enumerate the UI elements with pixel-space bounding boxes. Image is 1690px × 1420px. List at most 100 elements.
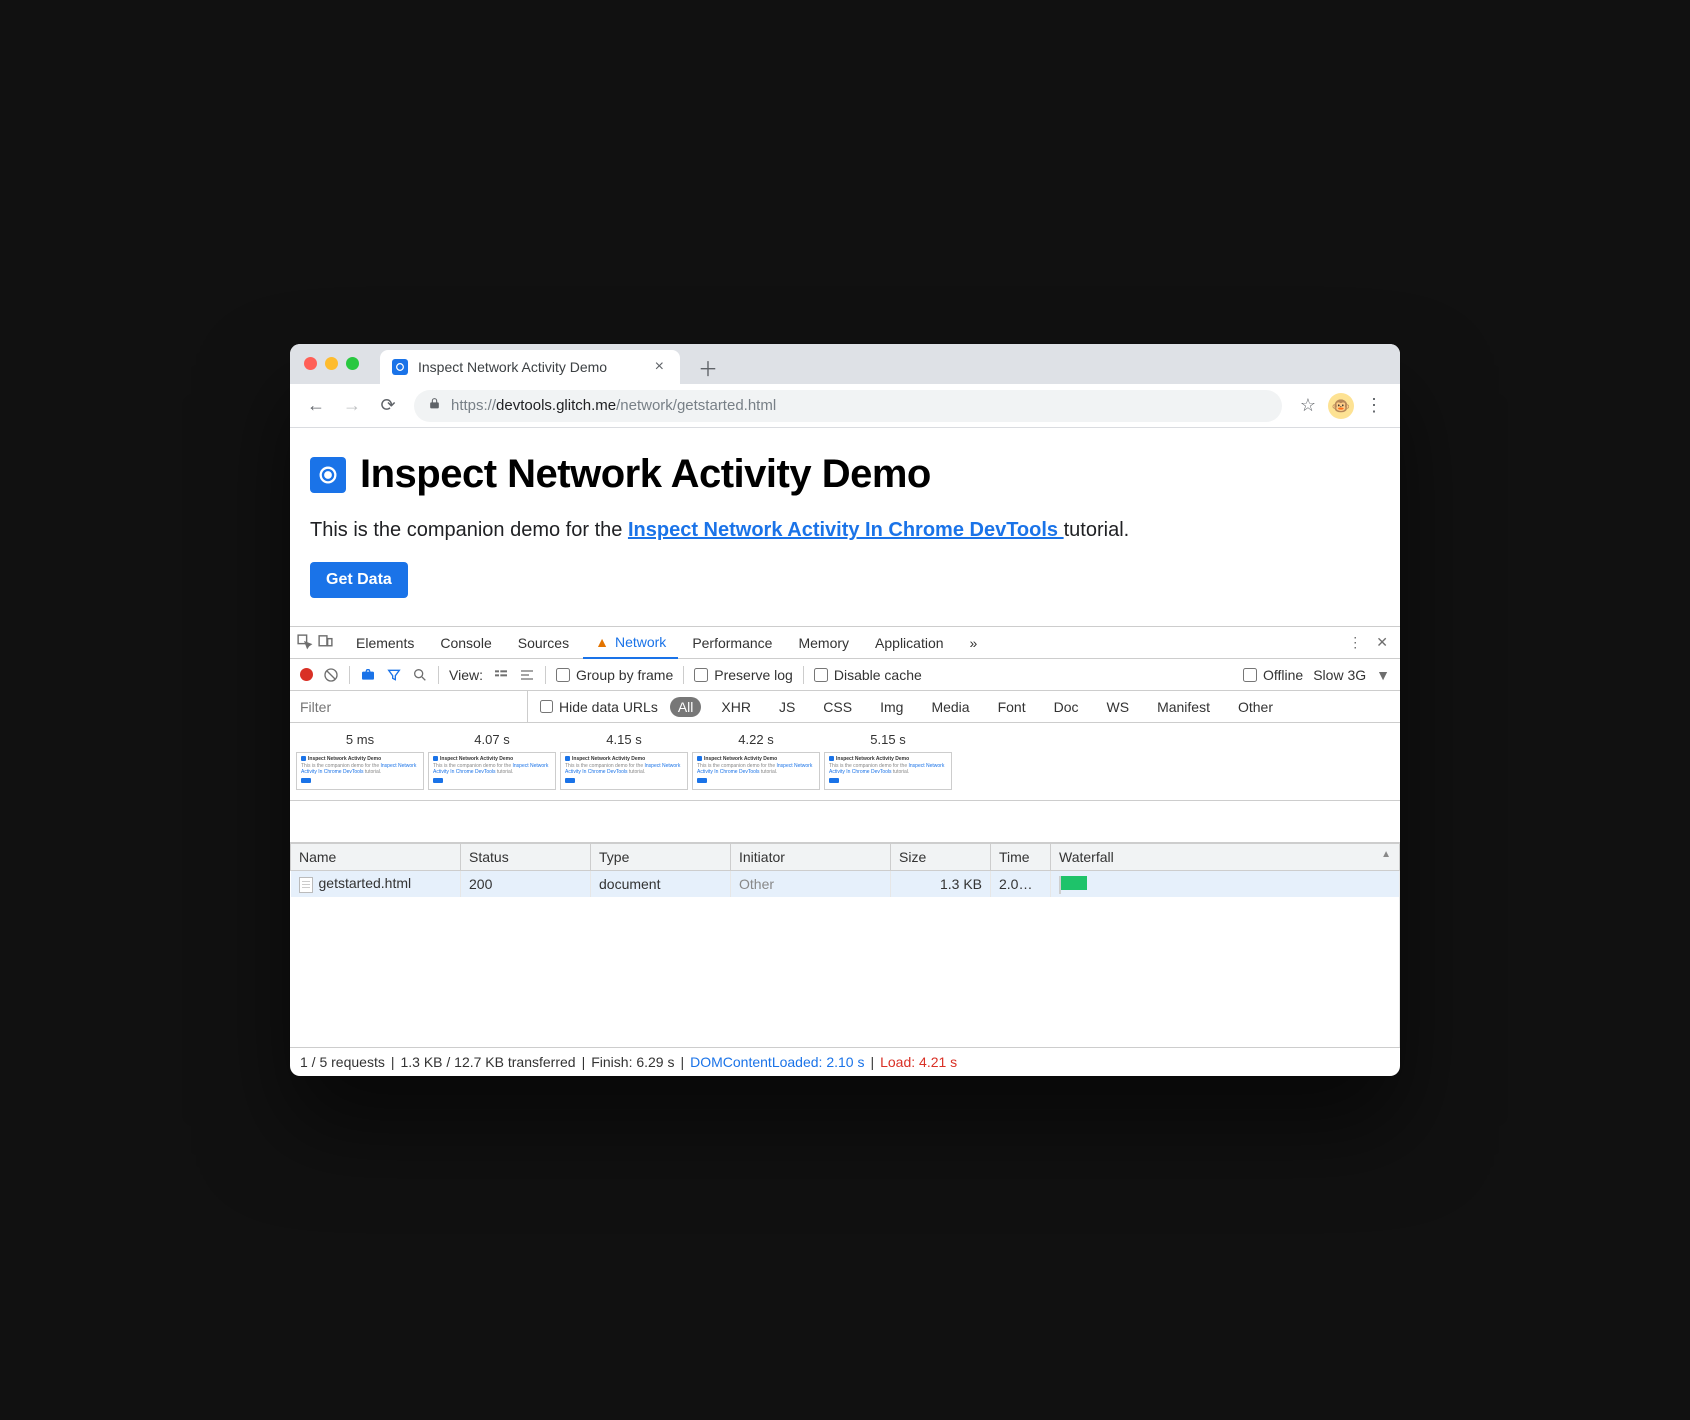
network-filter-bar: Hide data URLs All XHR JS CSS Img Media …	[290, 691, 1400, 723]
status-domcontentloaded: DOMContentLoaded: 2.10 s	[690, 1054, 864, 1070]
browser-menu-button[interactable]: ⋮	[1358, 390, 1390, 422]
inspect-element-icon[interactable]	[296, 633, 313, 653]
devtools-menu-icon[interactable]: ⋮	[1348, 634, 1362, 651]
type-filter-ws[interactable]: WS	[1099, 697, 1138, 717]
back-button[interactable]: ←	[300, 390, 332, 422]
frame-thumbnail: Inspect Network Activity DemoThis is the…	[428, 752, 556, 790]
col-name[interactable]: Name	[291, 844, 461, 871]
type-filters: All XHR JS CSS Img Media Font Doc WS Man…	[670, 697, 1281, 717]
group-by-frame-checkbox[interactable]: Group by frame	[556, 667, 673, 683]
col-status[interactable]: Status	[461, 844, 591, 871]
page-heading: Inspect Network Activity Demo	[360, 452, 931, 497]
reload-button[interactable]: ⟳	[372, 390, 404, 422]
frame-thumbnail: Inspect Network Activity DemoThis is the…	[296, 752, 424, 790]
devtools-tab-application[interactable]: Application	[863, 627, 956, 659]
document-icon	[299, 877, 313, 893]
forward-button[interactable]: →	[336, 390, 368, 422]
type-filter-js[interactable]: JS	[771, 697, 803, 717]
window-controls	[304, 357, 359, 370]
type-filter-font[interactable]: Font	[990, 697, 1034, 717]
warning-icon: ▲	[595, 634, 609, 650]
devtools-tab-performance[interactable]: Performance	[680, 627, 784, 659]
filmstrip-frame[interactable]: 5 ms Inspect Network Activity DemoThis i…	[296, 729, 424, 790]
maximize-window-button[interactable]	[346, 357, 359, 370]
filmstrip-frame[interactable]: 4.07 s Inspect Network Activity DemoThis…	[428, 729, 556, 790]
throttling-select[interactable]: Slow 3G	[1313, 667, 1366, 683]
type-filter-img[interactable]: Img	[872, 697, 911, 717]
col-size[interactable]: Size	[891, 844, 991, 871]
disable-cache-checkbox[interactable]: Disable cache	[814, 667, 922, 683]
new-tab-button[interactable]: ＋	[694, 353, 722, 381]
col-time[interactable]: Time	[991, 844, 1051, 871]
request-type: document	[591, 871, 731, 897]
clear-icon[interactable]	[323, 667, 339, 683]
browser-window: Inspect Network Activity Demo × ＋ ← → ⟳ …	[290, 344, 1400, 1076]
minimize-window-button[interactable]	[325, 357, 338, 370]
search-icon[interactable]	[412, 667, 428, 683]
devtools-tab-network[interactable]: ▲ Network	[583, 627, 678, 659]
status-load: Load: 4.21 s	[880, 1054, 957, 1070]
browser-toolbar: ← → ⟳ https://devtools.glitch.me/network…	[290, 384, 1400, 428]
record-button[interactable]	[300, 668, 313, 681]
type-filter-manifest[interactable]: Manifest	[1149, 697, 1218, 717]
close-window-button[interactable]	[304, 357, 317, 370]
lock-icon	[428, 397, 441, 414]
type-filter-xhr[interactable]: XHR	[713, 697, 759, 717]
frame-thumbnail: Inspect Network Activity DemoThis is the…	[824, 752, 952, 790]
favicon-icon	[392, 359, 408, 375]
profile-avatar[interactable]: 🐵	[1328, 393, 1354, 419]
page-logo-icon	[310, 457, 346, 493]
devtools-close-icon[interactable]: ✕	[1376, 634, 1388, 651]
filter-icon[interactable]	[386, 667, 402, 683]
network-status-bar: 1 / 5 requests| 1.3 KB / 12.7 KB transfe…	[290, 1047, 1400, 1076]
filmstrip-frame[interactable]: 4.22 s Inspect Network Activity DemoThis…	[692, 729, 820, 790]
type-filter-css[interactable]: CSS	[815, 697, 860, 717]
devtools-tab-memory[interactable]: Memory	[786, 627, 861, 659]
offline-checkbox[interactable]: Offline	[1243, 667, 1303, 683]
col-waterfall[interactable]: Waterfall	[1051, 844, 1400, 871]
page-intro: This is the companion demo for the Inspe…	[310, 519, 1380, 542]
type-filter-doc[interactable]: Doc	[1046, 697, 1087, 717]
devtools-tab-elements[interactable]: Elements	[344, 627, 426, 659]
frame-timestamp: 4.15 s	[560, 729, 688, 752]
request-row[interactable]: getstarted.html 200 document Other 1.3 K…	[291, 871, 1400, 897]
frame-timestamp: 5 ms	[296, 729, 424, 752]
tab-close-button[interactable]: ×	[651, 358, 668, 376]
devtools-tabs-overflow[interactable]: »	[958, 627, 990, 659]
type-filter-all[interactable]: All	[670, 697, 702, 717]
type-filter-media[interactable]: Media	[923, 697, 977, 717]
devtools-tab-sources[interactable]: Sources	[506, 627, 581, 659]
network-toolbar: View: Group by frame Preserve log Disabl…	[290, 659, 1400, 691]
request-initiator: Other	[731, 871, 891, 897]
bookmark-button[interactable]: ☆	[1292, 390, 1324, 422]
screenshots-icon[interactable]	[360, 667, 376, 683]
page-content: Inspect Network Activity Demo This is th…	[290, 428, 1400, 626]
devtools-tabs: Elements Console Sources ▲ Network Perfo…	[290, 627, 1400, 659]
frame-timestamp: 4.22 s	[692, 729, 820, 752]
type-filter-other[interactable]: Other	[1230, 697, 1281, 717]
large-rows-icon[interactable]	[493, 667, 509, 683]
status-transferred: 1.3 KB / 12.7 KB transferred	[400, 1054, 575, 1070]
frame-thumbnail: Inspect Network Activity DemoThis is the…	[560, 752, 688, 790]
col-initiator[interactable]: Initiator	[731, 844, 891, 871]
browser-tab[interactable]: Inspect Network Activity Demo ×	[380, 350, 680, 384]
filmstrip-frame[interactable]: 4.15 s Inspect Network Activity DemoThis…	[560, 729, 688, 790]
overview-icon[interactable]	[519, 667, 535, 683]
tutorial-link[interactable]: Inspect Network Activity In Chrome DevTo…	[628, 519, 1064, 541]
status-finish: Finish: 6.29 s	[591, 1054, 674, 1070]
url-text: https://devtools.glitch.me/network/getst…	[451, 397, 776, 414]
get-data-button[interactable]: Get Data	[310, 562, 408, 598]
filter-input[interactable]	[290, 691, 528, 722]
preserve-log-checkbox[interactable]: Preserve log	[694, 667, 793, 683]
device-toolbar-icon[interactable]	[317, 633, 334, 653]
filmstrip-frame[interactable]: 5.15 s Inspect Network Activity DemoThis…	[824, 729, 952, 790]
throttling-dropdown-icon[interactable]: ▼	[1376, 667, 1390, 683]
hide-data-urls-checkbox[interactable]: Hide data URLs	[540, 699, 658, 715]
address-bar[interactable]: https://devtools.glitch.me/network/getst…	[414, 390, 1282, 422]
frame-timestamp: 4.07 s	[428, 729, 556, 752]
filmstrip: 5 ms Inspect Network Activity DemoThis i…	[290, 723, 1400, 801]
devtools-panel: Elements Console Sources ▲ Network Perfo…	[290, 626, 1400, 1076]
col-type[interactable]: Type	[591, 844, 731, 871]
timeline-overview[interactable]	[290, 801, 1400, 843]
devtools-tab-console[interactable]: Console	[428, 627, 503, 659]
